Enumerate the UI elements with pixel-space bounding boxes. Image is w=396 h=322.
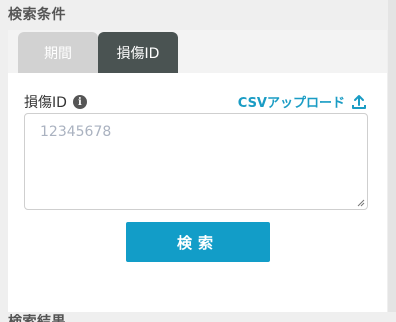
upload-icon <box>351 94 367 110</box>
tab-damage-id[interactable]: 損傷ID <box>98 32 178 73</box>
damage-id-label: 損傷ID <box>24 95 67 111</box>
csv-upload-link[interactable]: CSVアップロード <box>238 92 367 111</box>
scrollbar[interactable] <box>388 0 396 312</box>
section-title-search-conditions: 検索条件 <box>8 7 66 23</box>
resize-grip-icon[interactable] <box>357 199 365 207</box>
info-icon[interactable]: i <box>72 95 87 109</box>
tab-period[interactable]: 期間 <box>18 32 98 73</box>
search-button[interactable]: 検索 <box>126 222 270 262</box>
search-panel: 期間 損傷ID 損傷ID i CSVアップロード 12345678 検索 <box>8 30 387 312</box>
damage-id-label-group: 損傷ID i <box>24 92 87 112</box>
search-results-heading: 検索結果 <box>8 314 66 322</box>
damage-id-textarea[interactable]: 12345678 <box>24 113 368 210</box>
tab-bar: 期間 損傷ID <box>8 30 387 73</box>
damage-id-placeholder: 12345678 <box>40 124 112 140</box>
section-title-search-results: 検索結果 <box>8 314 66 322</box>
csv-upload-label: CSVアップロード <box>237 96 345 111</box>
